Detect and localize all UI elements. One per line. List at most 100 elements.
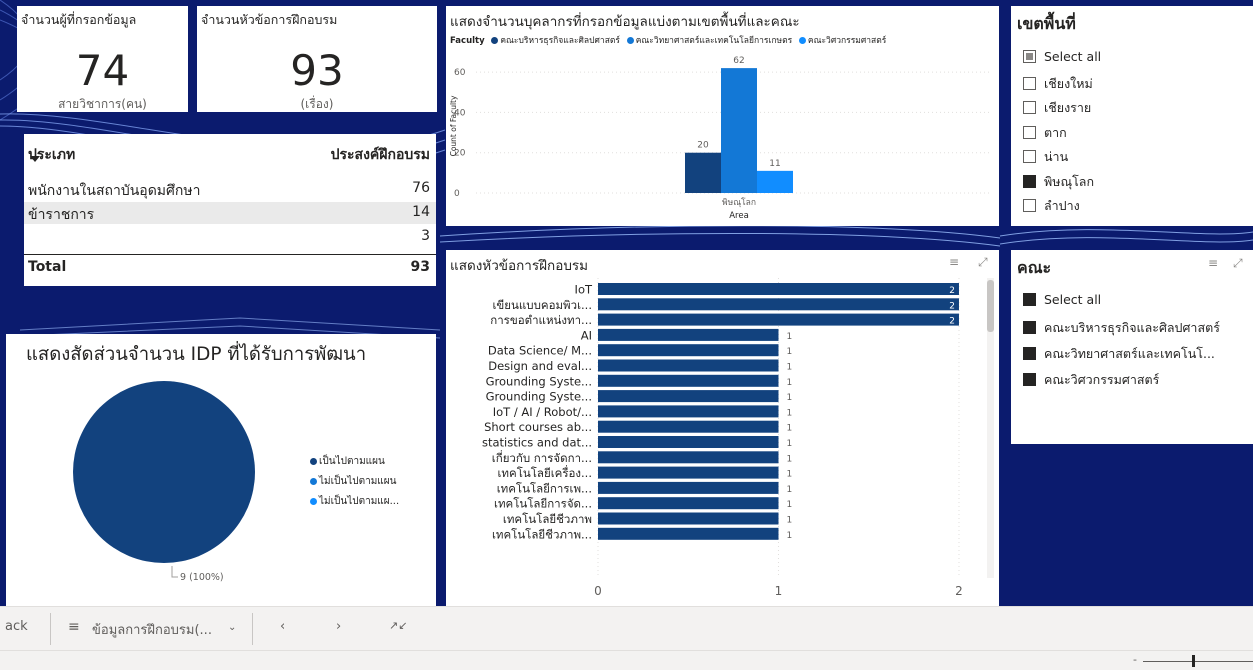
kpi-card-training-topics[interactable]: จำนวนหัวข้อการฝึกอบรม 93 (เรื่อง) bbox=[197, 6, 437, 112]
row-value: 76 bbox=[412, 180, 430, 196]
checkbox-icon[interactable] bbox=[1023, 293, 1036, 306]
faculty-slicer[interactable]: คณะ ≡ ⤢ Select all คณะบริหารธุรกิจและศิลป… bbox=[1011, 250, 1253, 444]
slicer-option-label: Select all bbox=[1044, 49, 1102, 64]
bar bbox=[598, 390, 779, 403]
chevron-right-icon[interactable]: › bbox=[336, 619, 341, 634]
legend-item[interactable]: ไม่เป็นไปตามแผ... bbox=[310, 494, 399, 514]
slicer-option[interactable]: คณะวิทยาศาสตร์และเทคโนโ... bbox=[1023, 344, 1215, 364]
data-label: 1 bbox=[786, 470, 792, 480]
bar bbox=[598, 481, 779, 494]
row-value: 14 bbox=[412, 204, 430, 220]
data-label: 1 bbox=[786, 332, 792, 342]
category-label: IoT bbox=[575, 283, 593, 297]
chevron-down-icon[interactable]: ⌄ bbox=[228, 622, 236, 633]
type-matrix-table[interactable]: ประเภท ประสงค์ฝึกอบรม พนักงานในสถาบันอุด… bbox=[24, 134, 436, 286]
category-label: AI bbox=[581, 328, 592, 342]
checkbox-icon[interactable] bbox=[1023, 50, 1036, 63]
checkbox-icon[interactable] bbox=[1023, 101, 1036, 114]
slicer-option[interactable]: Select all bbox=[1023, 292, 1101, 312]
slicer-option-label: น่าน bbox=[1044, 149, 1069, 164]
checkbox-icon[interactable] bbox=[1023, 199, 1036, 212]
page-tab-active[interactable]: ข้อมูลการฝึกอบรม(... bbox=[92, 619, 212, 640]
x-tick-label: พิษณุโลก bbox=[722, 197, 756, 208]
x-tick-label: 0 bbox=[594, 584, 602, 598]
zoom-slider-thumb[interactable] bbox=[1192, 655, 1195, 667]
slicer-option-label: ตาก bbox=[1044, 124, 1067, 140]
chevron-left-icon[interactable]: ‹ bbox=[280, 619, 285, 634]
legend-item[interactable]: เป็นไปตามแผน bbox=[310, 454, 399, 474]
training-topics-bar-chart[interactable]: แสดงหัวข้อการฝึกอบรม ≡ ⤢ 0 1 2 IoT 2 เขียนแบบ… bbox=[446, 250, 999, 606]
focus-mode-icon[interactable]: ⤢ bbox=[1233, 256, 1243, 271]
data-label: 1 bbox=[786, 531, 792, 541]
slicer-option-label: คณะวิศวกรรมศาสตร์ bbox=[1044, 372, 1160, 387]
data-label: 2 bbox=[949, 301, 955, 311]
data-label: 1 bbox=[786, 393, 792, 403]
category-label: เทคโนโลยีชีวภาพ... bbox=[492, 527, 592, 541]
page-list-icon[interactable]: ≡ bbox=[68, 619, 80, 635]
pie-slice bbox=[73, 381, 255, 563]
checkbox-icon[interactable] bbox=[1023, 150, 1036, 163]
column-header-type[interactable]: ประเภท bbox=[28, 144, 75, 166]
sort-desc-icon[interactable] bbox=[30, 156, 40, 162]
idp-pie-chart[interactable]: แสดงสัดส่วนจำนวน IDP ที่ได้รับการพัฒนา 9… bbox=[6, 334, 436, 606]
checkbox-icon[interactable] bbox=[1023, 174, 1036, 188]
page-tab-bar: ack ≡ ข้อมูลการฝึกอบรม(... ⌄ ‹ › ↗↙ bbox=[0, 606, 1253, 650]
slicer-option[interactable]: คณะวิศวกรรมศาสตร์ bbox=[1023, 370, 1159, 390]
category-label: statistics and dat... bbox=[482, 436, 592, 450]
slicer-option[interactable]: พิษณุโลก bbox=[1023, 172, 1094, 192]
slicer-option-label: พิษณุโลก bbox=[1044, 173, 1095, 189]
slicer-option[interactable]: Select all bbox=[1023, 49, 1101, 69]
data-label: 62 bbox=[733, 56, 744, 66]
kpi-value: 93 bbox=[290, 46, 344, 95]
data-label: 1 bbox=[786, 485, 792, 495]
x-axis-title: Area bbox=[729, 211, 749, 221]
checkbox-icon[interactable] bbox=[1023, 76, 1036, 90]
checkbox-icon[interactable] bbox=[1023, 321, 1036, 334]
bar bbox=[598, 451, 779, 464]
data-label: 2 bbox=[949, 286, 955, 296]
pie-legend: เป็นไปตามแผน ไม่เป็นไปตามแผน ไม่เป็นไปตา… bbox=[310, 454, 399, 514]
checkbox-icon[interactable] bbox=[1023, 373, 1036, 386]
slicer-option[interactable]: เชียงใหม่ bbox=[1023, 74, 1093, 94]
zoom-slider-track[interactable] bbox=[1143, 661, 1253, 662]
bar bbox=[598, 298, 959, 311]
back-button[interactable]: ack bbox=[5, 619, 28, 634]
table-row[interactable]: พนักงานในสถาบันอุดมศึกษา 76 bbox=[24, 178, 436, 200]
faculty-column-chart[interactable]: แสดงจำนวนบุคลากรที่กรอกข้อมูลแบ่งตามเขตพ… bbox=[446, 6, 999, 226]
row-value: 3 bbox=[421, 228, 430, 244]
bar bbox=[598, 436, 779, 448]
data-label: 1 bbox=[786, 378, 792, 388]
data-label: 1 bbox=[786, 408, 792, 418]
checkbox-icon[interactable] bbox=[1023, 125, 1036, 139]
slice-label: 9 (100%) bbox=[180, 572, 224, 583]
slicer-option[interactable]: เชียงราย bbox=[1023, 98, 1091, 118]
slicer-title: เขตพื้นที่ bbox=[1017, 14, 1076, 33]
slicer-option[interactable]: ลำปาง bbox=[1023, 196, 1080, 216]
row-label: ข้าราชการ bbox=[28, 207, 95, 223]
leader-line bbox=[171, 566, 178, 578]
table-row[interactable]: 3 bbox=[24, 226, 436, 248]
slicer-option[interactable]: น่าน bbox=[1023, 147, 1068, 167]
column-header-training-wish[interactable]: ประสงค์ฝึกอบรม bbox=[331, 144, 430, 166]
filter-icon[interactable]: ≡ bbox=[1208, 256, 1218, 270]
checkbox-icon[interactable] bbox=[1023, 347, 1036, 360]
data-label: 1 bbox=[786, 424, 792, 434]
table-header: ประเภท ประสงค์ฝึกอบรม bbox=[24, 142, 436, 172]
kpi-card-respondents[interactable]: จำนวนผู้ที่กรอกข้อมูล 74 สายวิชาการ(คน) bbox=[17, 6, 188, 112]
table-row[interactable]: ข้าราชการ 14 bbox=[24, 202, 436, 224]
scrollbar-thumb[interactable] bbox=[987, 280, 994, 332]
bar bbox=[598, 283, 959, 295]
status-bar: - bbox=[0, 650, 1253, 670]
legend-item[interactable]: ไม่เป็นไปตามแผน bbox=[310, 474, 399, 494]
slicer-title: คณะ bbox=[1017, 258, 1052, 277]
area-slicer[interactable]: เขตพื้นที่ Select all เชียงใหม่เชียงรายตา… bbox=[1011, 6, 1253, 226]
zoom-out-icon[interactable]: - bbox=[1133, 653, 1137, 666]
legend-label: เป็นไปตามแผน bbox=[319, 456, 385, 467]
bar bbox=[757, 170, 793, 193]
x-tick-label: 2 bbox=[955, 584, 963, 598]
slicer-option[interactable]: ตาก bbox=[1023, 123, 1067, 143]
divider bbox=[252, 613, 253, 645]
collapse-icon[interactable]: ↗↙ bbox=[389, 619, 407, 632]
slicer-option[interactable]: คณะบริหารธุรกิจและศิลปศาสตร์ bbox=[1023, 318, 1220, 338]
category-label: เทคโนโลยีชีวภาพ bbox=[503, 512, 592, 526]
